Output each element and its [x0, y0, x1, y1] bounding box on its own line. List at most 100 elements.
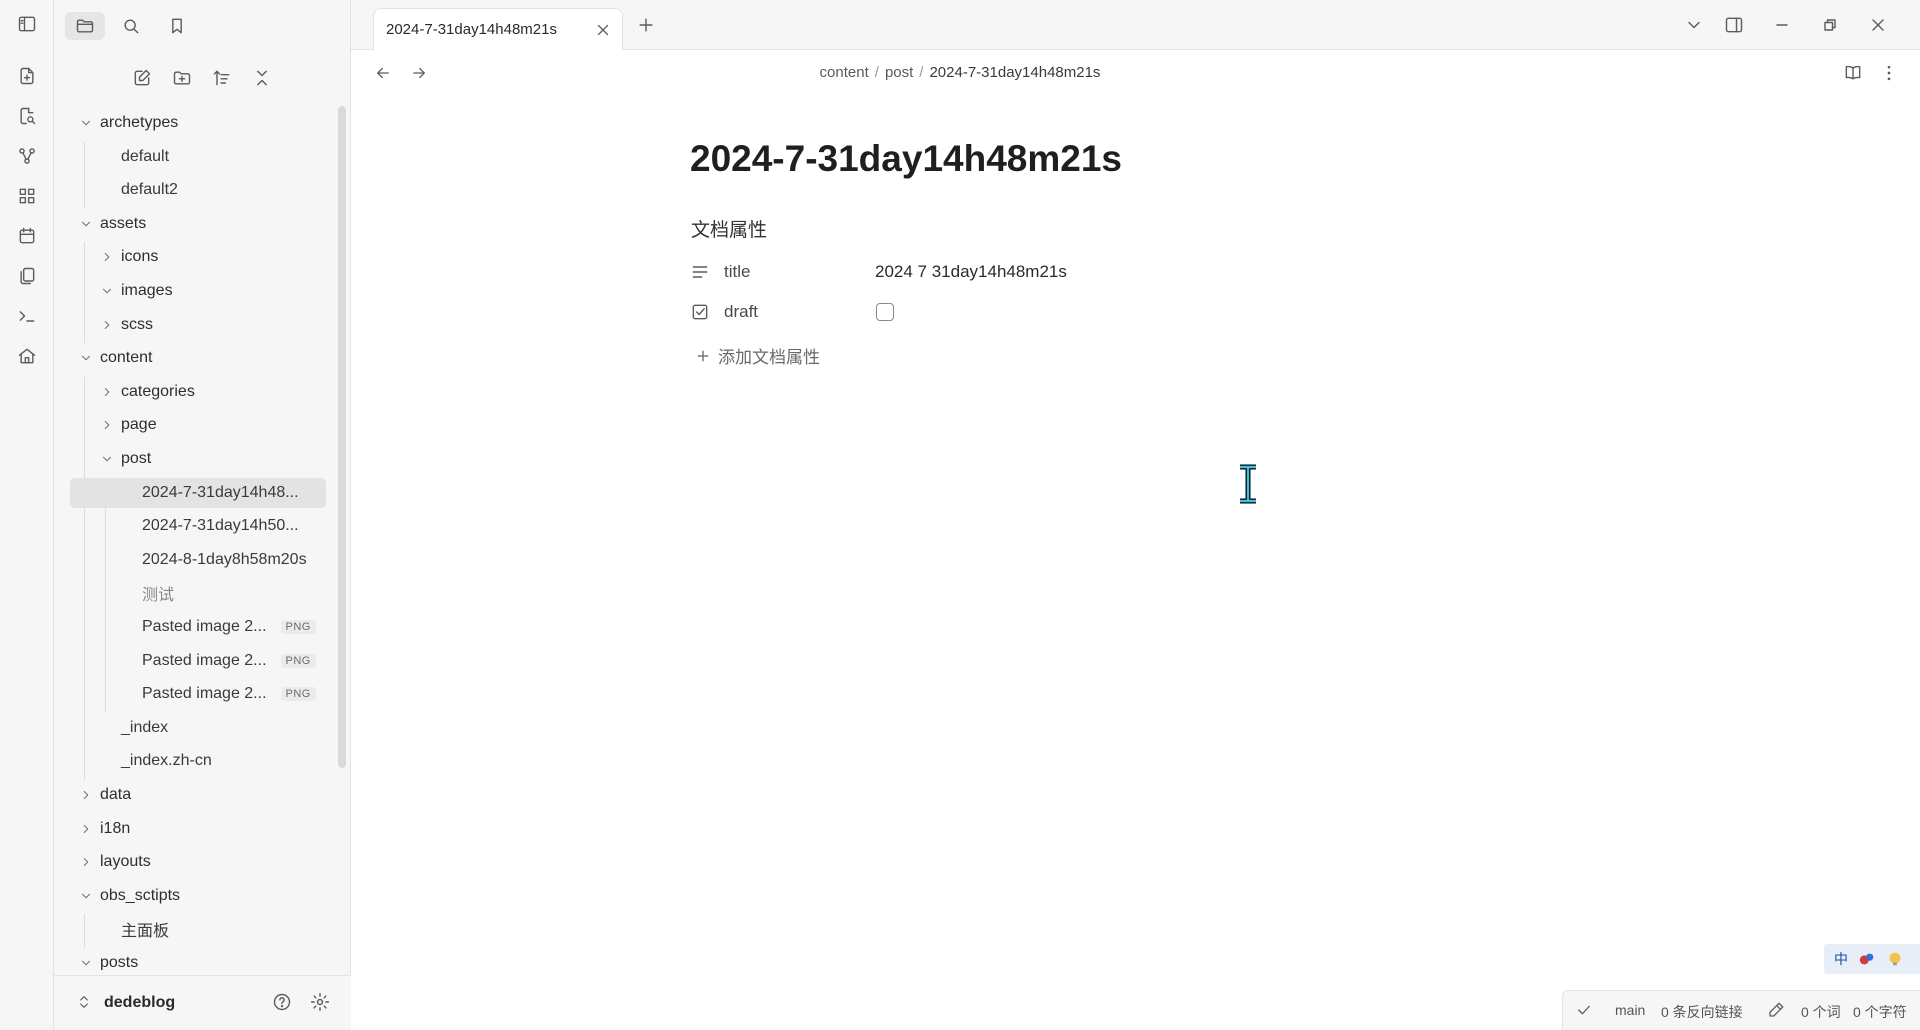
bookmarks-tab-button[interactable]	[157, 12, 197, 40]
tab-active-note[interactable]: 2024-7-31day14h48m21s	[373, 8, 623, 50]
tree-folder[interactable]: i18n	[54, 814, 334, 844]
new-folder-button[interactable]	[168, 64, 196, 92]
chevron-down-icon[interactable]	[99, 451, 115, 467]
graph-view-icon[interactable]	[15, 144, 39, 168]
tree-folder[interactable]: content	[54, 343, 334, 373]
breadcrumb-post[interactable]: post	[885, 64, 913, 81]
tree-item-label: default2	[121, 181, 178, 199]
restore-icon[interactable]	[1817, 12, 1843, 38]
add-property-button[interactable]: 添加文档属性	[694, 343, 820, 368]
chevron-down-icon[interactable]	[78, 955, 94, 970]
tree-folder[interactable]: obs_sctipts	[54, 881, 334, 911]
close-icon[interactable]	[594, 21, 612, 39]
char-count: 0 个字符	[1853, 1004, 1907, 1020]
checkbox-square-icon[interactable]	[690, 302, 710, 322]
tree-file[interactable]: 测试	[54, 578, 334, 608]
property-title-row: title 2024 7 31day14h48m21s	[690, 255, 1490, 289]
document-title[interactable]: 2024-7-31day14h48m21s	[690, 138, 1122, 180]
tree-folder[interactable]: archetypes	[54, 108, 334, 138]
right-sidebar-toggle-icon[interactable]	[1721, 12, 1747, 38]
chevron-down-icon[interactable]	[78, 350, 94, 366]
property-key-draft[interactable]: draft	[724, 302, 758, 322]
tree-file[interactable]: default2	[54, 175, 334, 205]
tree-folder[interactable]: page	[54, 410, 334, 440]
tab-list-chevron-down-icon[interactable]	[1681, 12, 1707, 38]
minimize-icon[interactable]	[1769, 12, 1795, 38]
tree-folder[interactable]: assets	[54, 209, 334, 239]
search-file-icon[interactable]	[15, 104, 39, 128]
forward-arrow-icon[interactable]	[406, 60, 432, 86]
folder-plus-icon	[173, 71, 191, 85]
tree-file[interactable]: Pasted image 2... PNG	[54, 679, 334, 709]
search-tab-button[interactable]	[111, 12, 151, 40]
tree-item-label: Pasted image 2...	[142, 685, 267, 703]
property-key-title[interactable]: title	[724, 262, 750, 282]
tree-item-label: archetypes	[100, 114, 179, 131]
tree-file[interactable]: default	[54, 142, 334, 172]
backlinks-count[interactable]: 0 条反向链接	[1661, 1002, 1743, 1022]
properties-heading[interactable]: 文档属性	[691, 215, 767, 242]
tree-file[interactable]: _index	[54, 713, 334, 743]
chevron-right-icon[interactable]	[78, 787, 94, 803]
text-lines-icon[interactable]	[690, 262, 710, 282]
templates-icon[interactable]	[15, 264, 39, 288]
tree-folder[interactable]: icons	[54, 242, 334, 272]
sort-button[interactable]	[208, 64, 236, 92]
ime-indicator[interactable]: 中	[1824, 944, 1920, 974]
chevron-right-icon[interactable]	[99, 249, 115, 265]
calendar-icon[interactable]	[15, 224, 39, 248]
tree-folder[interactable]: posts	[54, 948, 334, 970]
chevron-down-icon[interactable]	[78, 115, 94, 131]
git-branch[interactable]: main	[1615, 1002, 1645, 1018]
chevron-down-icon[interactable]	[99, 283, 115, 299]
tree-folder[interactable]: layouts	[54, 847, 334, 877]
property-value-title[interactable]: 2024 7 31day14h48m21s	[875, 262, 1067, 282]
tree-folder[interactable]: post	[54, 444, 334, 474]
chevron-down-icon[interactable]	[78, 888, 94, 904]
tree-folder[interactable]: categories	[54, 377, 334, 407]
new-tab-plus-icon[interactable]	[633, 12, 659, 38]
vault-name[interactable]: dedeblog	[104, 994, 175, 1012]
collapse-all-button[interactable]	[248, 64, 276, 92]
sidebar-toggle-icon[interactable]	[15, 12, 39, 36]
terminal-icon[interactable]	[15, 304, 39, 328]
tree-folder[interactable]: data	[54, 780, 334, 810]
tree-item-label: categories	[121, 382, 195, 400]
files-tab-button[interactable]	[65, 12, 105, 40]
sidebar-scrollbar[interactable]	[338, 106, 346, 768]
draft-checkbox[interactable]	[876, 303, 894, 321]
tree-file[interactable]: 2024-7-31day14h50...	[54, 511, 334, 541]
home-icon[interactable]	[15, 344, 39, 368]
back-arrow-icon[interactable]	[370, 60, 396, 86]
help-icon[interactable]	[272, 992, 292, 1012]
canvas-grid-icon[interactable]	[15, 184, 39, 208]
new-note-button[interactable]	[128, 64, 156, 92]
vault-chevron-icon[interactable]	[76, 994, 92, 1010]
pencil-edit-icon[interactable]	[1767, 1001, 1785, 1019]
tree-file[interactable]: 主面板	[54, 914, 334, 944]
chevron-right-icon[interactable]	[99, 317, 115, 333]
word-count: 0 个词	[1801, 1004, 1841, 1020]
chevron-right-icon[interactable]	[99, 384, 115, 400]
sync-check-icon[interactable]	[1575, 1001, 1593, 1019]
tree-file[interactable]: Pasted image 2... PNG	[54, 612, 334, 642]
more-options-icon[interactable]	[1876, 60, 1902, 86]
tree-folder[interactable]: scss	[54, 310, 334, 340]
window-close-icon[interactable]	[1865, 12, 1891, 38]
tree-file[interactable]: 2024-7-31day14h48...	[70, 477, 326, 508]
settings-gear-icon[interactable]	[310, 992, 330, 1012]
breadcrumb-content[interactable]: content	[820, 64, 869, 81]
chevron-right-icon[interactable]	[78, 854, 94, 870]
tree-file[interactable]: _index.zh-cn	[54, 746, 334, 776]
chevron-right-icon[interactable]	[99, 417, 115, 433]
new-note-icon[interactable]	[15, 64, 39, 88]
reading-view-book-icon[interactable]	[1840, 60, 1866, 86]
chevron-right-icon[interactable]	[78, 821, 94, 837]
tree-file[interactable]: 2024-8-1day8h58m20s	[54, 545, 334, 575]
tree-file[interactable]: Pasted image 2... PNG	[54, 646, 334, 676]
search-icon	[124, 19, 139, 34]
tree-folder[interactable]: images	[54, 276, 334, 306]
breadcrumb-current[interactable]: 2024-7-31day14h48m21s	[929, 64, 1100, 81]
chevron-down-icon[interactable]	[78, 216, 94, 232]
add-property-label: 添加文档属性	[718, 348, 820, 367]
